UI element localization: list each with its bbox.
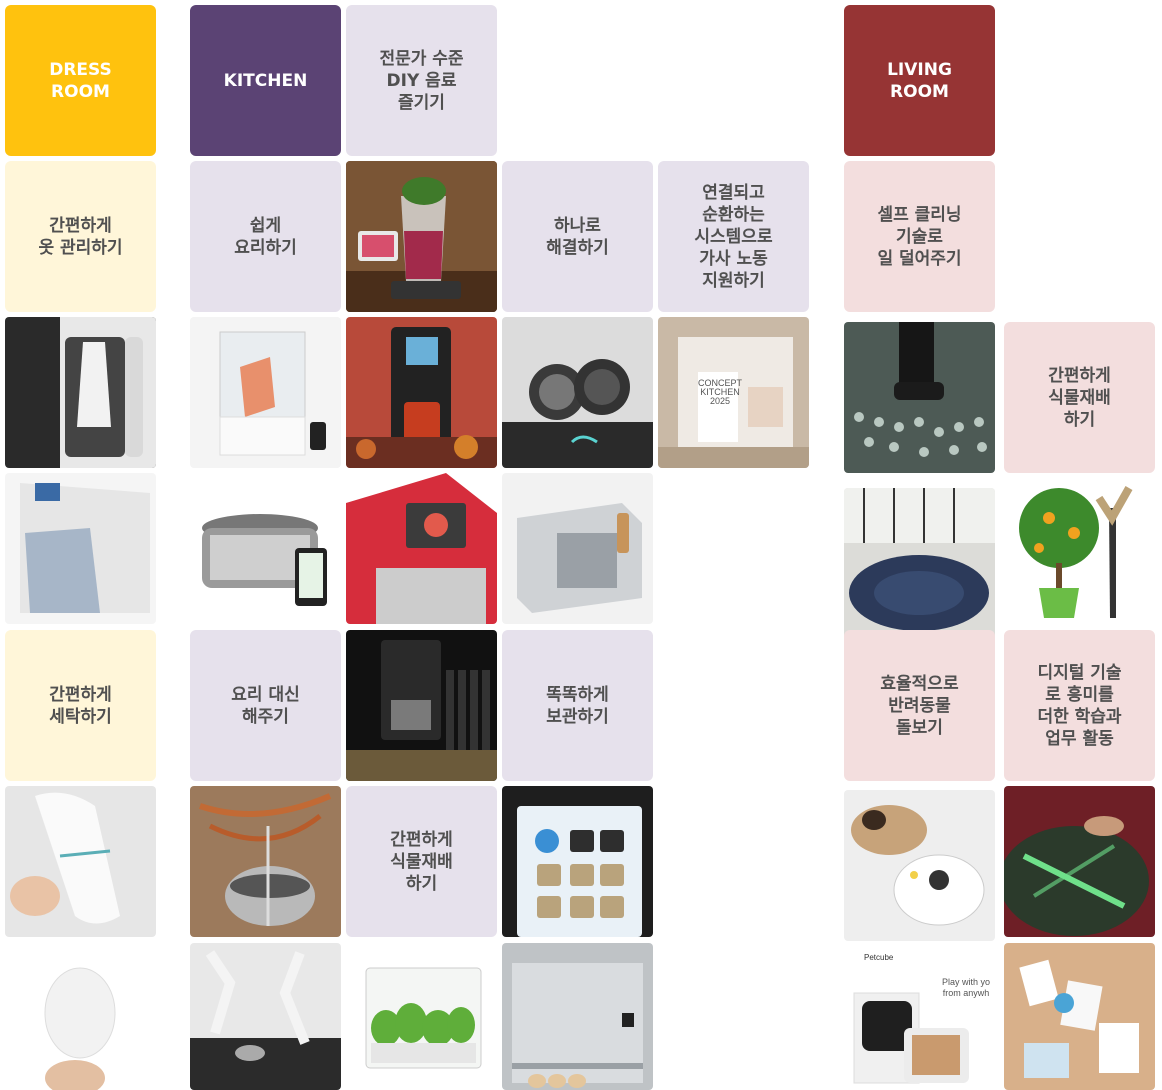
living-plants-tile: 간편하게 식물재배 하기 (1004, 322, 1155, 473)
digital-learning-label: 디지털 기술 로 흥미를 더한 학습과 업무 활동 (1037, 662, 1122, 749)
living-room-title: LIVING ROOM (887, 59, 952, 102)
cook-for-you-label: 요리 대신 해주기 (231, 684, 300, 727)
connected-system-tile: 연결되고 순환하는 시스템으로 가사 노동 지원하기 (658, 161, 809, 312)
living-room-header: LIVING ROOM (844, 5, 995, 156)
easy-clothes-tile: 간편하게 옷 관리하기 (5, 161, 156, 312)
easy-cooking-label: 쉽게 요리하기 (234, 215, 297, 258)
pet-care-label: 효율적으로 반려동물 돌보기 (880, 673, 959, 738)
handheld-steamer-photo (5, 786, 156, 937)
petcube-brand: Petcube (864, 953, 894, 962)
slow-cooker-photo (190, 473, 341, 624)
robot-arm-cooker-photo (502, 317, 653, 468)
wine-dispenser-photo (346, 630, 497, 781)
kitchen-plants-tile: 간편하게 식물재배 하기 (346, 786, 497, 937)
concept-kitchen-sign: CONCEPT KITCHEN 2025 (698, 378, 743, 406)
sous-vide-photo (190, 317, 341, 468)
hydroponic-box-photo (346, 943, 497, 1090)
dress-room-header: DRESS ROOM (5, 5, 156, 156)
fridge-screen-photo (502, 786, 653, 937)
easy-laundry-tile: 간편하게 세탁하기 (5, 630, 156, 781)
easy-laundry-label: 간편하게 세탁하기 (49, 684, 112, 727)
diy-drink-label: 전문가 수준 DIY 음료 즐기기 (379, 48, 464, 113)
kitchen-header: KITCHEN (190, 5, 341, 156)
dress-room-title: DRESS ROOM (49, 59, 112, 102)
one-solution-tile: 하나로 해결하기 (502, 161, 653, 312)
kitchen-plants-label: 간편하게 식물재배 하기 (390, 829, 453, 894)
moss-carpet-photo (844, 322, 995, 473)
kitchen-title: KITCHEN (223, 70, 308, 91)
connected-system-label: 연결되고 순환하는 시스템으로 가사 노동 지원하기 (694, 182, 773, 291)
cook-for-you-tile: 요리 대신 해주기 (190, 630, 341, 781)
one-solution-label: 하나로 해결하기 (546, 215, 609, 258)
easy-cooking-tile: 쉽게 요리하기 (190, 161, 341, 312)
living-plants-label: 간편하게 식물재배 하기 (1048, 365, 1111, 430)
clothes-steamer-photo (5, 317, 156, 468)
concept-kitchen-photo: CONCEPT KITCHEN 2025 (658, 317, 809, 468)
heater-cube-photo (502, 473, 653, 624)
projection-table-photo (1004, 786, 1155, 937)
petcube-photo: Petcube Play with yo from anywh (844, 943, 995, 1090)
smart-storage-tile: 똑똑하게 보관하기 (502, 630, 653, 781)
robot-kitchen-photo (190, 943, 341, 1090)
learning-cards-photo (1004, 943, 1155, 1090)
cocktail-machine-photo (346, 317, 497, 468)
drink-dispenser-photo (346, 473, 497, 624)
self-cleaning-tile: 셀프 클리닝 기술로 일 덜어주기 (844, 161, 995, 312)
folding-machine-photo (5, 473, 156, 624)
pet-care-tile: 효율적으로 반려동물 돌보기 (844, 630, 995, 781)
smart-plant-photo (1004, 478, 1155, 629)
smart-storage-label: 똑똑하게 보관하기 (546, 684, 609, 727)
petcube-tagline: Play with yo from anywh (942, 977, 991, 998)
fridge-eggs-photo (502, 943, 653, 1090)
diy-drink-tile: 전문가 수준 DIY 음료 즐기기 (346, 5, 497, 156)
easy-clothes-label: 간편하게 옷 관리하기 (38, 215, 123, 258)
copper-still-photo (190, 786, 341, 937)
self-cleaning-label: 셀프 클리닝 기술로 일 덜어주기 (877, 204, 962, 269)
pebble-device-photo (5, 943, 156, 1090)
robot-vacuum-rug-photo (844, 488, 995, 639)
pet-ball-photo (844, 790, 995, 941)
digital-learning-tile: 디지털 기술 로 흥미를 더한 학습과 업무 활동 (1004, 630, 1155, 781)
blender-photo (346, 161, 497, 312)
